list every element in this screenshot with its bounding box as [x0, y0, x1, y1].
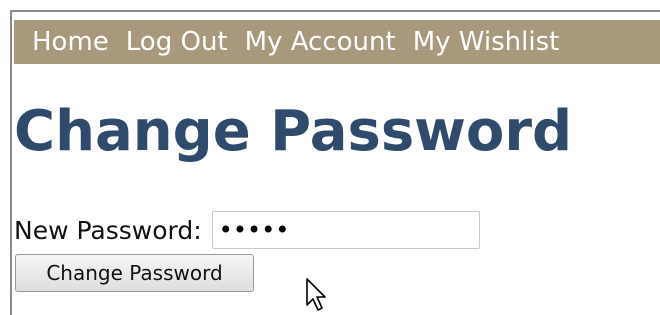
mouse-pointer-icon: [306, 278, 326, 311]
nav-link-home[interactable]: Home: [32, 27, 109, 57]
nav-link-log-out[interactable]: Log Out: [126, 27, 228, 57]
new-password-label: New Password:: [14, 215, 202, 245]
new-password-field[interactable]: [211, 211, 480, 249]
page-title: Change Password: [14, 99, 573, 164]
nav-link-my-account[interactable]: My Account: [245, 27, 396, 57]
new-password-row: New Password:: [14, 210, 480, 250]
top-navigation: Home Log Out My Account My Wishlist: [14, 20, 660, 64]
nav-link-my-wishlist[interactable]: My Wishlist: [413, 27, 560, 57]
change-password-button[interactable]: Change Password: [15, 254, 254, 292]
